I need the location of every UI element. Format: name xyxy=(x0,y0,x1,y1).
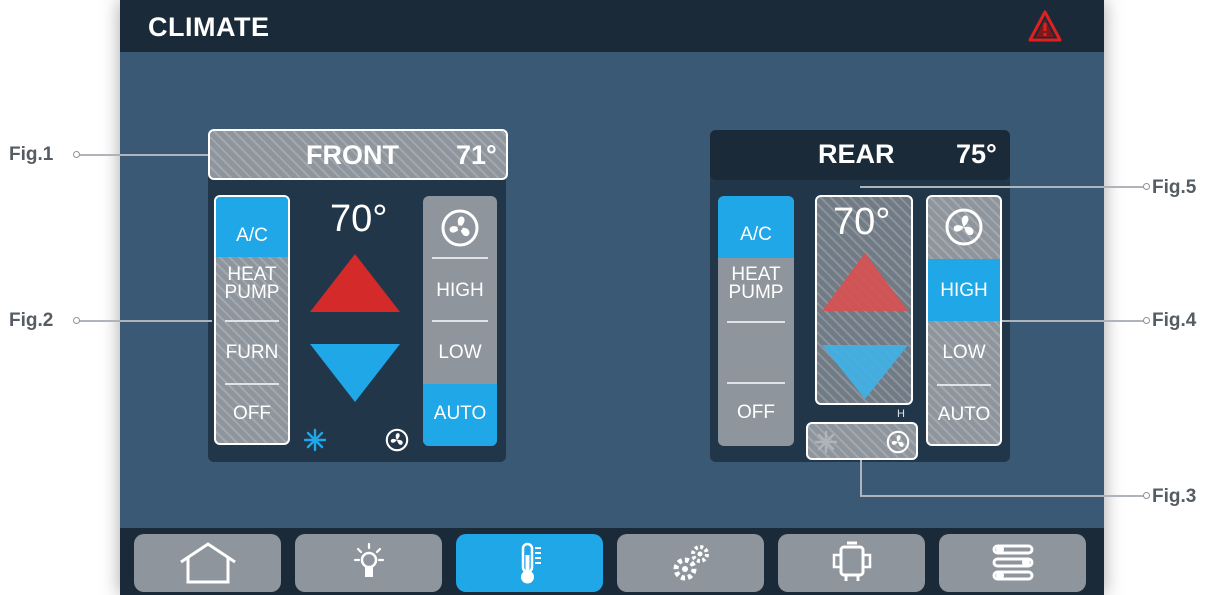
title-bar: CLIMATE xyxy=(120,0,1104,52)
nav-controls-button[interactable] xyxy=(939,534,1086,592)
rear-mode-ac[interactable]: A/C xyxy=(718,196,794,258)
rear-fan-high[interactable]: HIGH xyxy=(928,259,1000,321)
front-mode-furn-label: FURN xyxy=(225,342,279,363)
rear-zone-header[interactable]: REAR 75° xyxy=(710,130,1010,180)
rear-fan-auto-label: AUTO xyxy=(937,404,991,425)
lightbulb-icon xyxy=(353,542,384,577)
front-mode-ac[interactable]: A/C xyxy=(216,197,288,257)
snowflake-icon xyxy=(814,430,838,454)
nav-settings-button[interactable] xyxy=(617,534,764,592)
front-setpoint: 70° xyxy=(330,198,388,240)
rear-fan-high-label: HIGH xyxy=(940,280,988,301)
front-fan-auto[interactable]: AUTO xyxy=(423,384,497,446)
callout-line xyxy=(860,460,862,496)
callout-dot xyxy=(73,151,80,158)
front-mode-heat-pump[interactable]: HEAT PUMP xyxy=(216,257,288,319)
front-temp-down-button[interactable] xyxy=(308,342,402,404)
front-fan-auto-label: AUTO xyxy=(433,403,487,424)
snowflake-icon xyxy=(303,428,327,452)
front-mode-selector: A/C HEAT PUMP FURN OFF xyxy=(214,195,290,445)
rear-fan-low[interactable]: LOW xyxy=(928,323,1000,383)
rear-setpoint: 70° xyxy=(833,201,891,243)
rear-zone-temp: 75° xyxy=(956,139,997,169)
front-mode-ac-label: A/C xyxy=(236,225,268,246)
fan-icon[interactable] xyxy=(944,207,984,247)
rear-fan-auto[interactable]: AUTO xyxy=(928,386,1000,444)
rear-mode-empty[interactable] xyxy=(718,323,794,381)
page-title: CLIMATE xyxy=(148,12,270,42)
callout-line xyxy=(1002,320,1146,322)
rear-fan-selector: HIGH LOW AUTO xyxy=(926,195,1002,446)
callout-fig4: Fig.4 xyxy=(1152,310,1197,331)
rear-mode-selector: A/C HEAT PUMP OFF xyxy=(718,196,794,446)
rear-zone-label: REAR xyxy=(818,139,895,169)
rear-fan-low-label: LOW xyxy=(942,342,986,363)
fan-icon xyxy=(385,428,409,452)
fan-icon[interactable] xyxy=(440,208,480,248)
rear-status-indicators xyxy=(806,422,918,460)
callout-fig1: Fig.1 xyxy=(9,144,54,165)
warning-triangle-icon[interactable] xyxy=(1028,10,1062,42)
front-mode-pump-label: PUMP xyxy=(224,282,280,303)
front-temp-up-button[interactable] xyxy=(308,252,402,314)
front-fan-high-label: HIGH xyxy=(436,280,484,301)
callout-fig5: Fig.5 xyxy=(1152,177,1197,198)
callout-line xyxy=(78,320,212,322)
front-fan-selector: HIGH LOW AUTO xyxy=(423,196,497,446)
callout-dot xyxy=(1143,183,1150,190)
front-mode-off-label: OFF xyxy=(233,403,271,424)
front-zone-label: FRONT xyxy=(306,140,399,170)
nav-generator-button[interactable] xyxy=(778,534,925,592)
rear-temp-down-button[interactable] xyxy=(820,343,910,401)
climate-screen: CLIMATE FRONT 71° A/C HEAT PUMP FURN OFF… xyxy=(120,0,1104,595)
callout-dot xyxy=(1143,492,1150,499)
front-fan-low-label: LOW xyxy=(438,342,482,363)
thermometer-icon xyxy=(520,542,541,584)
front-mode-off[interactable]: OFF xyxy=(216,385,288,443)
rear-mode-pump-label: PUMP xyxy=(728,282,784,303)
callout-line xyxy=(860,495,1146,497)
front-zone-temp: 71° xyxy=(456,140,497,170)
nav-climate-button[interactable] xyxy=(456,534,603,592)
callout-line xyxy=(78,154,208,156)
home-icon xyxy=(179,542,236,584)
front-fan-low[interactable]: LOW xyxy=(423,322,497,382)
gears-icon xyxy=(673,545,709,581)
fan-icon xyxy=(886,430,910,454)
rear-temp-up-button[interactable] xyxy=(820,251,910,313)
generator-icon xyxy=(832,541,871,581)
callout-fig2: Fig.2 xyxy=(9,310,54,331)
front-fan-high[interactable]: HIGH xyxy=(423,259,497,319)
nav-home-button[interactable] xyxy=(134,534,281,592)
rear-setpoint-control: 70° xyxy=(815,195,913,405)
sliders-icon xyxy=(992,544,1033,581)
callout-dot xyxy=(1143,317,1150,324)
rear-mode-ac-label: A/C xyxy=(740,224,772,245)
nav-lighting-button[interactable] xyxy=(295,534,442,592)
rear-status-fan-level: H xyxy=(897,408,905,420)
callout-fig3: Fig.3 xyxy=(1152,486,1197,507)
callout-dot xyxy=(73,317,80,324)
rear-mode-heat-pump[interactable]: HEAT PUMP xyxy=(718,258,794,320)
callout-line xyxy=(860,186,1146,188)
front-zone-header[interactable]: FRONT 71° xyxy=(208,129,508,180)
rear-mode-off-label: OFF xyxy=(737,402,775,423)
rear-mode-off[interactable]: OFF xyxy=(718,384,794,444)
front-mode-furn[interactable]: FURN xyxy=(216,322,288,382)
